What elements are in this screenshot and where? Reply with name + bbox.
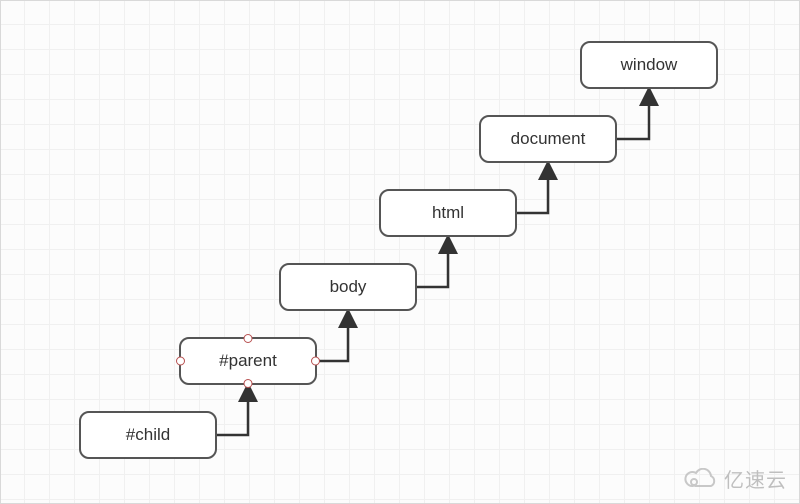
node-child[interactable]: #child <box>79 411 217 459</box>
edge-arrow <box>517 166 548 213</box>
node-label: window <box>621 55 678 75</box>
port-bottom-icon[interactable] <box>244 379 253 388</box>
edge-arrow <box>617 92 649 139</box>
port-left-icon[interactable] <box>176 357 185 366</box>
node-html[interactable]: html <box>379 189 517 237</box>
edge-arrow <box>217 388 248 435</box>
node-label: document <box>511 129 586 149</box>
edge-arrow <box>417 240 448 287</box>
watermark: 亿速云 <box>684 464 787 493</box>
cloud-logo-icon <box>684 468 718 490</box>
node-body[interactable]: body <box>279 263 417 311</box>
node-label: #child <box>126 425 170 445</box>
node-label: body <box>330 277 367 297</box>
node-document[interactable]: document <box>479 115 617 163</box>
node-label: html <box>432 203 464 223</box>
port-top-icon[interactable] <box>244 334 253 343</box>
edge-arrow <box>317 314 348 361</box>
port-right-icon[interactable] <box>311 357 320 366</box>
node-window[interactable]: window <box>580 41 718 89</box>
diagram-canvas[interactable]: window document html body #parent #child… <box>0 0 800 504</box>
node-parent[interactable]: #parent <box>179 337 317 385</box>
node-label: #parent <box>219 351 277 371</box>
watermark-text: 亿速云 <box>724 464 787 493</box>
